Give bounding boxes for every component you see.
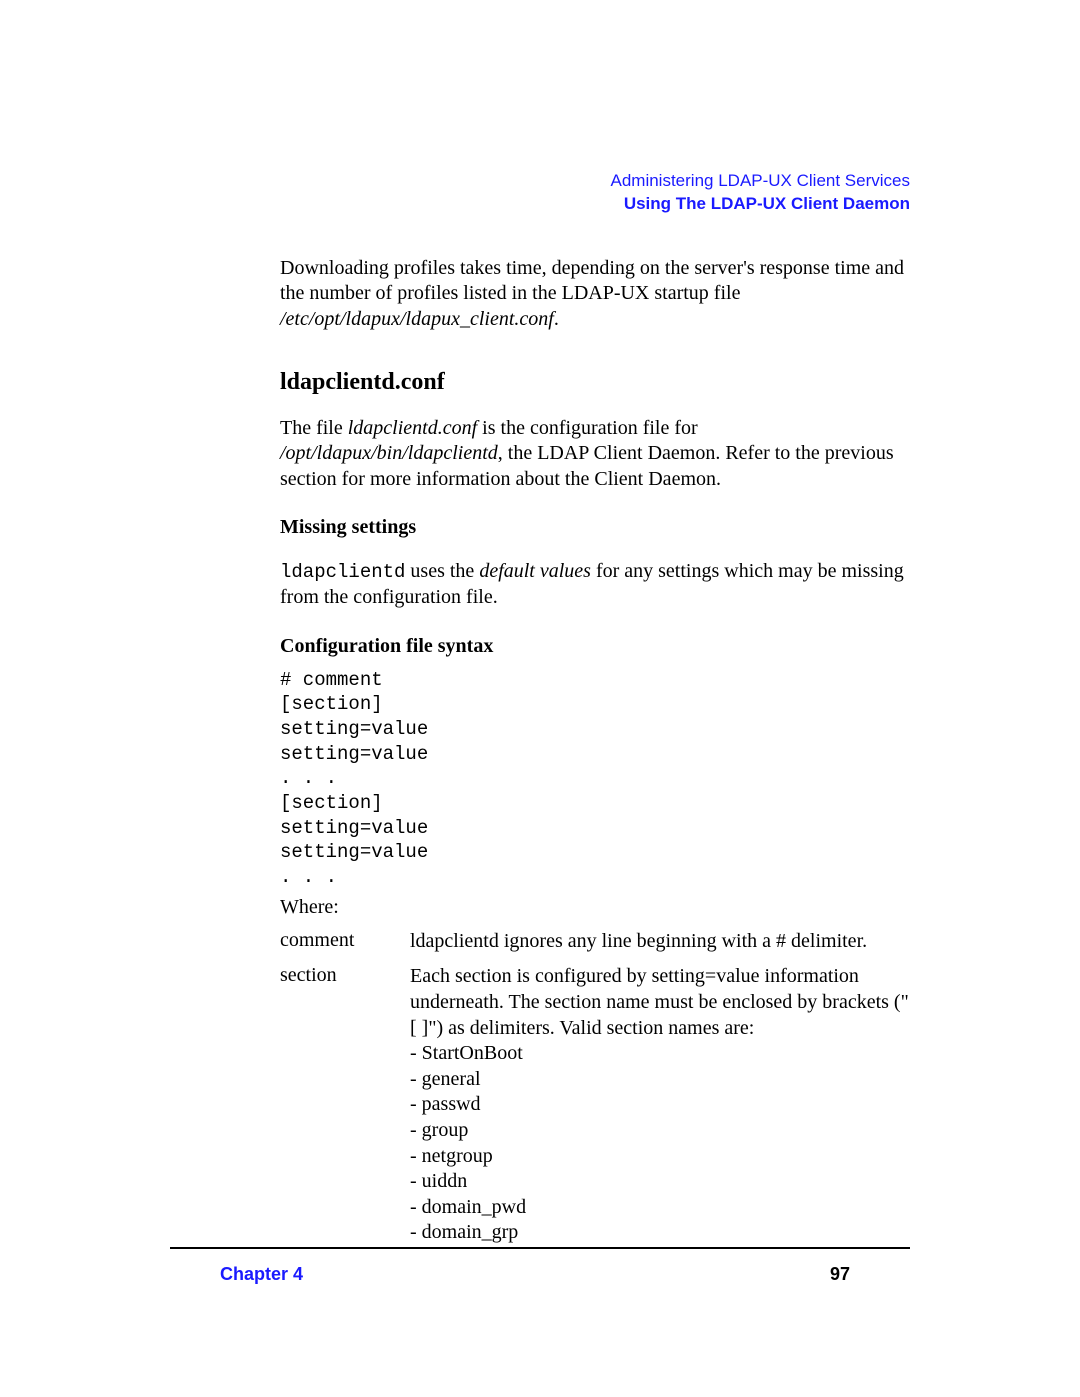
intro-config-path: /etc/opt/ldapux/ldapux_client.conf: [280, 308, 554, 330]
definition-term: section: [280, 964, 410, 987]
missing-settings-paragraph: ldapclientd uses the default values for …: [280, 559, 910, 610]
where-label: Where:: [280, 896, 910, 919]
config-syntax-codeblock: # comment [section] setting=value settin…: [280, 668, 910, 890]
footer-chapter: Chapter 4: [220, 1264, 303, 1285]
section-intro-paragraph: The file ldapclientd.conf is the configu…: [280, 416, 910, 493]
intro-text: Downloading profiles takes time, dependi…: [280, 257, 904, 305]
header-section-title: Using The LDAP-UX Client Daemon: [280, 193, 910, 216]
section-heading: ldapclientd.conf: [280, 369, 910, 396]
definition-line: Each section is configured by setting=va…: [410, 964, 910, 1041]
definition-description: ldapclientd ignores any line beginning w…: [410, 929, 910, 955]
definition-description: Each section is configured by setting=va…: [410, 964, 910, 1246]
config-syntax-heading: Configuration file syntax: [280, 635, 910, 658]
missing-italic: default values: [479, 560, 591, 582]
section-intro-filename: ldapclientd.conf: [348, 417, 477, 439]
definition-row: commentldapclientd ignores any line begi…: [280, 929, 910, 955]
section-intro-before: The file: [280, 417, 348, 439]
definition-line: - netgroup: [410, 1144, 910, 1170]
section-intro-mid: is the configuration file for: [477, 417, 698, 439]
missing-settings-heading: Missing settings: [280, 516, 910, 539]
definition-line: - group: [410, 1118, 910, 1144]
definition-line: - uiddn: [410, 1169, 910, 1195]
missing-mid: uses the: [405, 560, 479, 582]
definition-line: ldapclientd ignores any line beginning w…: [410, 929, 910, 955]
definition-row: sectionEach section is configured by set…: [280, 964, 910, 1246]
definition-line: - StartOnBoot: [410, 1041, 910, 1067]
definition-list: commentldapclientd ignores any line begi…: [280, 929, 910, 1246]
header-chapter-title: Administering LDAP-UX Client Services: [280, 170, 910, 193]
footer-divider: [170, 1247, 910, 1249]
definition-line: - domain_grp: [410, 1220, 910, 1246]
intro-text-tail: .: [554, 308, 559, 330]
definition-line: - general: [410, 1067, 910, 1093]
document-page: Administering LDAP-UX Client Services Us…: [0, 0, 1080, 1246]
page-footer: Chapter 4 97: [220, 1264, 850, 1285]
page-running-header: Administering LDAP-UX Client Services Us…: [280, 170, 910, 216]
definition-term: comment: [280, 929, 410, 952]
section-intro-binpath: /opt/ldapux/bin/ldapclientd: [280, 442, 498, 464]
missing-code-term: ldapclientd: [280, 561, 405, 583]
intro-paragraph: Downloading profiles takes time, dependi…: [280, 256, 910, 333]
footer-page-number: 97: [830, 1264, 850, 1285]
definition-line: - domain_pwd: [410, 1195, 910, 1221]
definition-line: - passwd: [410, 1092, 910, 1118]
